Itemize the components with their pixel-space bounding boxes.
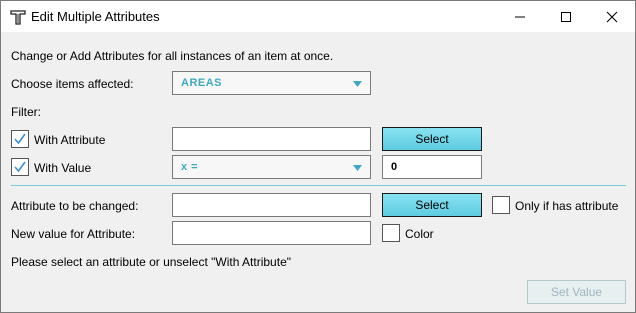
close-button[interactable] [589, 1, 635, 32]
color-label: Color [405, 227, 434, 241]
filter-value: 0 [391, 161, 398, 173]
maximize-icon [561, 11, 571, 22]
items-label: Choose items affected: [11, 77, 134, 91]
color-checkbox[interactable] [382, 224, 400, 242]
section-divider [11, 185, 626, 186]
filter-select-button[interactable]: Select [382, 127, 482, 151]
new-value-label: New value for Attribute: [11, 227, 136, 241]
with-value-label: With Value [34, 161, 92, 175]
attribute-to-change-label: Attribute to be changed: [11, 199, 139, 213]
chevron-down-icon [353, 81, 362, 87]
checkmark-icon [14, 161, 26, 173]
operator-dropdown[interactable]: x = [172, 155, 371, 179]
operator-dropdown-value: x = [181, 161, 199, 173]
only-if-has-attribute-label: Only if has attribute [515, 199, 619, 213]
only-if-has-attribute-checkbox[interactable] [492, 196, 510, 214]
set-value-button[interactable]: Set Value [527, 280, 626, 304]
maximize-button[interactable] [543, 1, 589, 32]
checkmark-icon [14, 133, 26, 145]
minimize-icon [515, 16, 525, 17]
minimize-button[interactable] [497, 1, 543, 32]
title-bar[interactable]: Edit Multiple Attributes [1, 1, 635, 32]
t-tool-icon [10, 10, 26, 25]
items-dropdown-value: AREAS [181, 77, 223, 89]
attribute-select-button[interactable]: Select [382, 193, 482, 217]
close-icon [606, 11, 618, 22]
filter-value-field[interactable]: 0 [382, 155, 482, 179]
with-attribute-checkbox[interactable] [11, 130, 29, 148]
status-message: Please select an attribute or unselect "… [11, 255, 291, 269]
items-dropdown[interactable]: AREAS [172, 71, 371, 95]
attribute-to-change-field[interactable] [172, 193, 371, 217]
chevron-down-icon [353, 165, 362, 171]
filter-label: Filter: [11, 105, 41, 119]
window-title: Edit Multiple Attributes [31, 9, 160, 24]
intro-text: Change or Add Attributes for all instanc… [11, 49, 334, 63]
with-attribute-label: With Attribute [34, 133, 106, 147]
with-value-checkbox[interactable] [11, 158, 29, 176]
edit-attributes-window: Edit Multiple Attributes Change or Add A… [0, 0, 636, 313]
new-value-field[interactable] [172, 221, 371, 245]
with-attribute-field[interactable] [172, 127, 371, 151]
